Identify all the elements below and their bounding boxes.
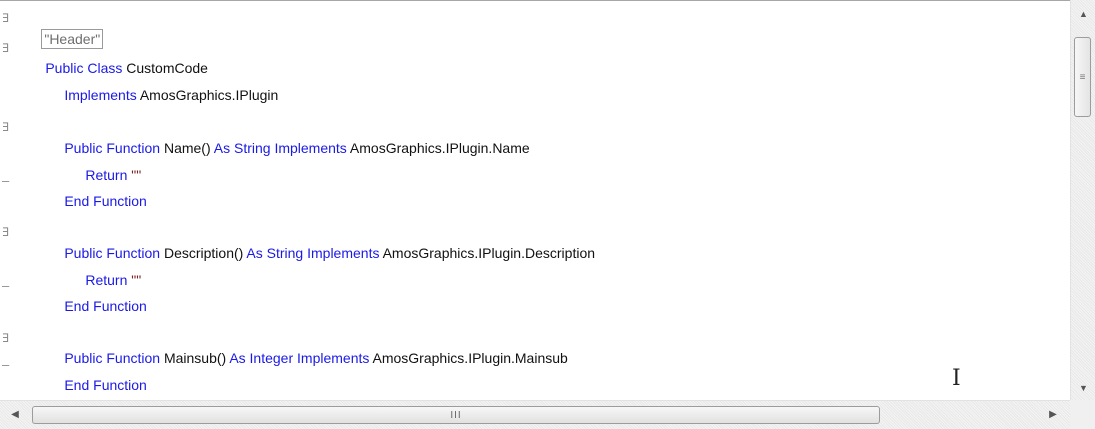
horizontal-scrollbar[interactable]: ◀ III ▶ <box>0 400 1070 429</box>
vertical-scrollbar[interactable]: ▲ ≡ ▼ <box>1070 0 1095 400</box>
keyword: Implements <box>64 87 140 103</box>
code-line[interactable]: Public Class CustomCode <box>22 38 208 76</box>
code-line-header[interactable]: "Header" <box>18 9 104 49</box>
code-line[interactable]: Public Function Name() As String Impleme… <box>41 118 529 156</box>
code-line[interactable]: Public Function Mainsub() As Integer Imp… <box>41 328 567 366</box>
code-line[interactable]: End Function <box>41 276 147 314</box>
grip-icon: III <box>450 409 462 421</box>
identifier: AmosGraphics.IPlugin <box>139 87 279 103</box>
code-line[interactable]: End Function <box>41 355 147 393</box>
code-line[interactable]: End Function <box>41 171 147 209</box>
horizontal-scroll-thumb[interactable]: III <box>32 406 880 424</box>
scroll-up-button[interactable]: ▲ <box>1071 2 1095 26</box>
scrollbar-corner <box>1070 400 1095 429</box>
identifier: AmosGraphics.IPlugin.Description <box>382 245 596 261</box>
arrow-up-icon: ▲ <box>1079 9 1088 19</box>
code-editor[interactable]: ∃ ∃ ∃ – ∃ – ∃ – "Header" Public Class Cu… <box>0 0 1095 429</box>
identifier: Mainsub() <box>163 350 230 366</box>
keyword: End Function <box>64 298 147 314</box>
identifier: Name() <box>163 140 214 156</box>
code-line[interactable]: Implements AmosGraphics.IPlugin <box>41 65 278 103</box>
identifier: Description() <box>163 245 247 261</box>
arrow-down-icon: ▼ <box>1079 383 1088 393</box>
grip-icon: ≡ <box>1079 71 1086 83</box>
code-area[interactable]: "Header" Public Class CustomCode Impleme… <box>0 0 1068 400</box>
scroll-left-button[interactable]: ◀ <box>2 401 28 427</box>
code-line[interactable]: Return "" <box>62 145 141 183</box>
scroll-down-button[interactable]: ▼ <box>1071 376 1095 400</box>
keyword: As String Implements <box>213 140 350 156</box>
identifier: AmosGraphics.IPlugin.Name <box>349 140 530 156</box>
code-line[interactable]: Public Function Description() As String … <box>41 223 595 261</box>
arrow-right-icon: ▶ <box>1049 408 1057 420</box>
code-line[interactable]: Return "" <box>62 250 141 288</box>
vertical-scroll-thumb[interactable]: ≡ <box>1074 37 1091 117</box>
identifier: AmosGraphics.IPlugin.Mainsub <box>372 350 568 366</box>
text-cursor-icon: I <box>952 366 961 391</box>
arrow-left-icon: ◀ <box>11 408 19 420</box>
scroll-right-button[interactable]: ▶ <box>1040 401 1066 427</box>
keyword: End Function <box>64 193 147 209</box>
keyword: End Function <box>64 377 147 393</box>
keyword: As String Implements <box>246 245 383 261</box>
keyword: As Integer Implements <box>229 350 373 366</box>
